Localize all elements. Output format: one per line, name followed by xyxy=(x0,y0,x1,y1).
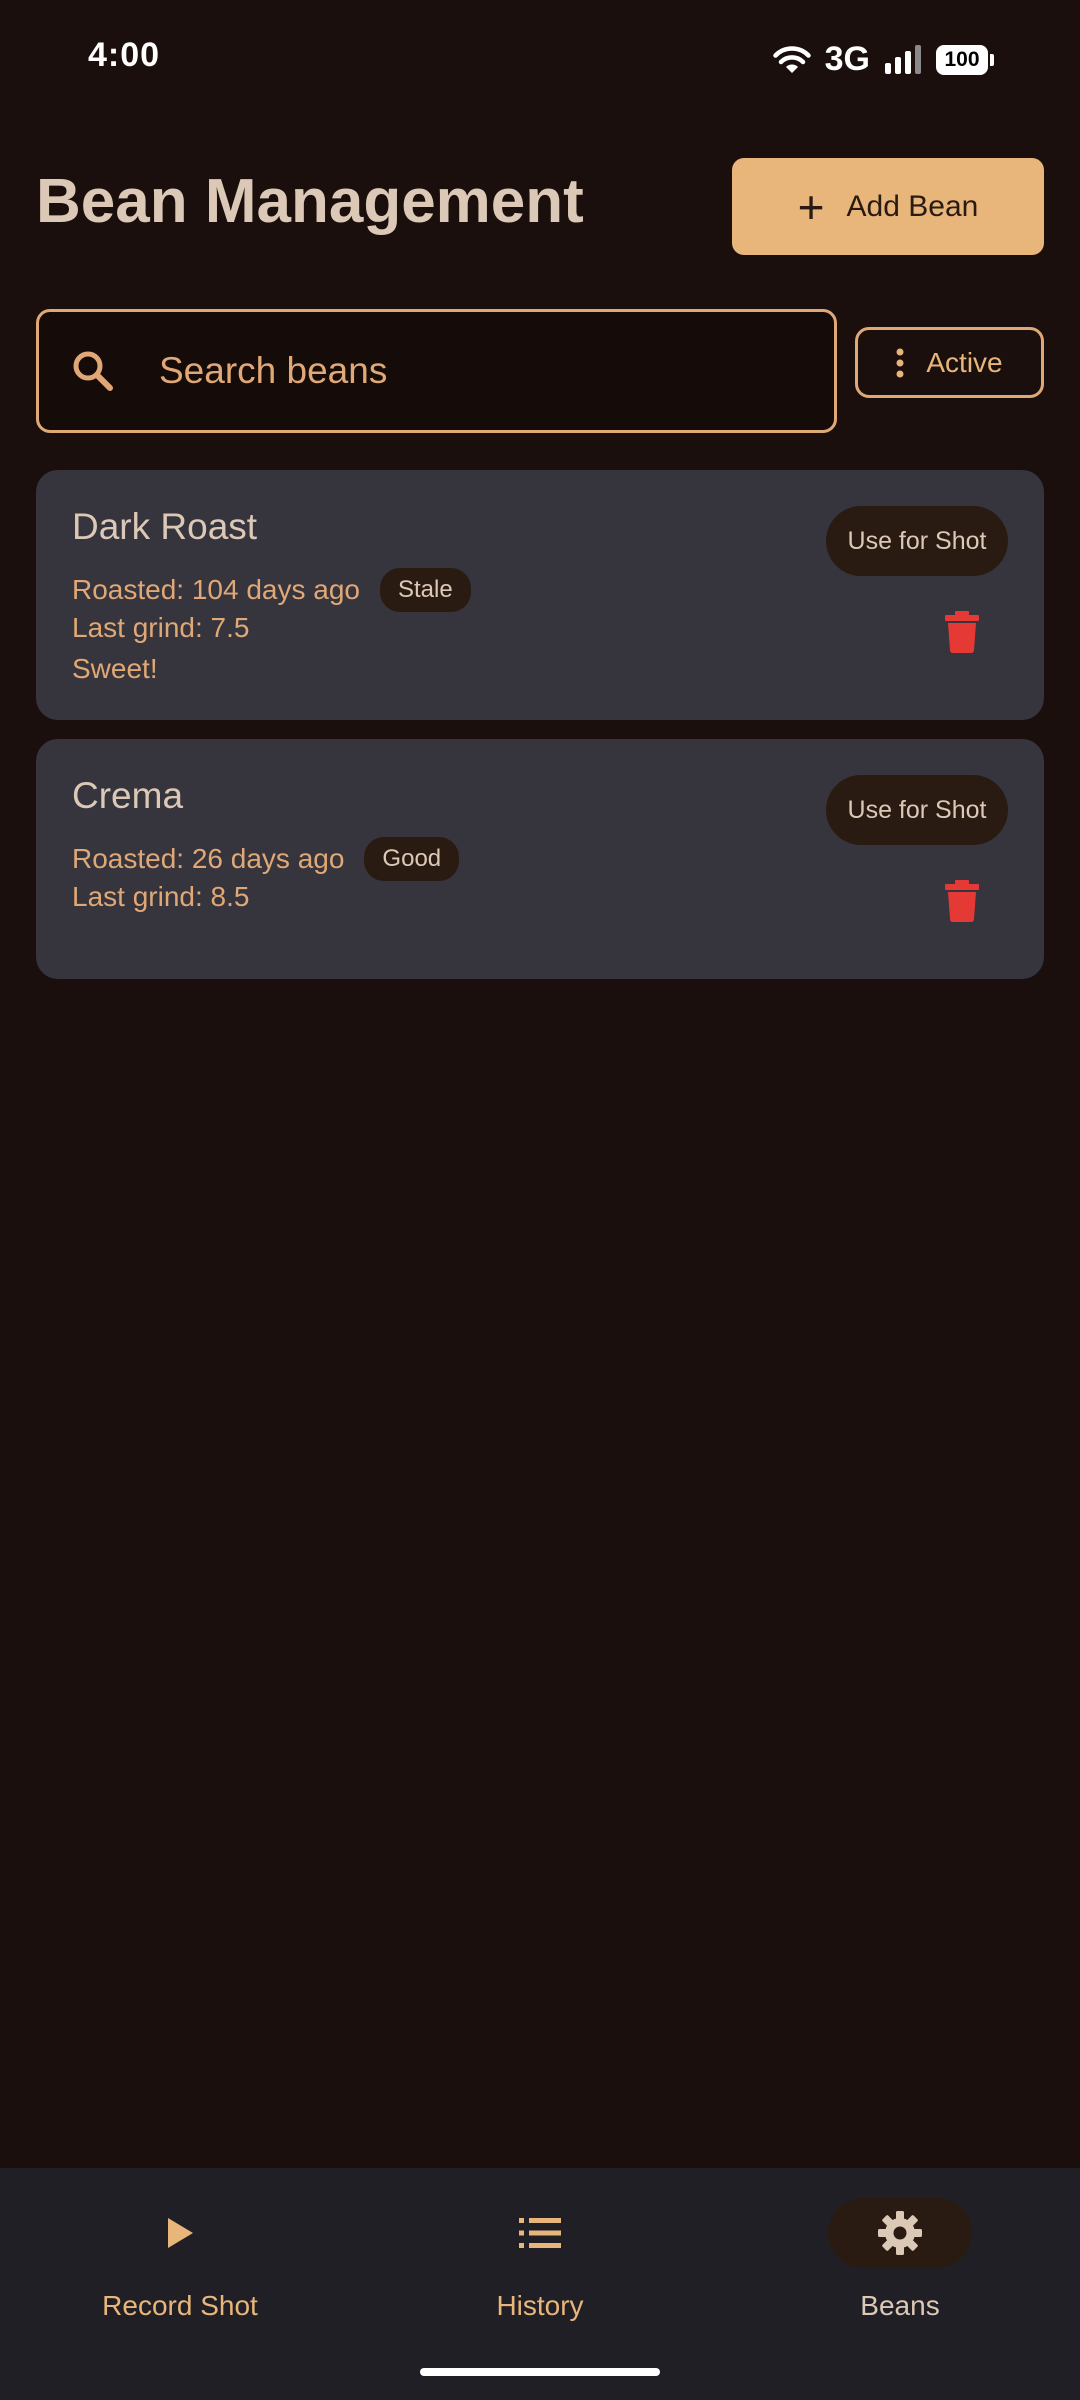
bottom-nav: Record Shot History Beans xyxy=(0,2168,1080,2400)
last-grind-text: Last grind: 8.5 xyxy=(72,881,250,912)
freshness-badge: Good xyxy=(364,837,460,881)
bean-name: Dark Roast xyxy=(72,506,258,547)
add-bean-button[interactable]: + Add Bean xyxy=(732,158,1044,255)
trash-icon xyxy=(945,880,979,922)
filter-button[interactable]: Active xyxy=(855,327,1044,398)
nav-label: History xyxy=(496,2290,584,2321)
freshness-badge: Stale xyxy=(379,568,471,612)
add-bean-label: Add Bean xyxy=(846,189,979,223)
battery-icon: 100 xyxy=(936,44,994,75)
last-grind-text: Last grind: 7.5 xyxy=(72,612,250,643)
bean-roasted-row: Roasted: 26 days ago Good xyxy=(72,837,460,881)
more-vert-icon xyxy=(896,348,904,377)
nav-item-history[interactable]: History xyxy=(360,2168,720,2400)
search-icon xyxy=(73,351,113,391)
bean-name: Crema xyxy=(72,775,184,816)
search-input[interactable] xyxy=(157,349,761,393)
plus-icon: + xyxy=(797,180,825,233)
filter-label: Active xyxy=(926,346,1003,378)
trash-icon xyxy=(945,611,979,653)
nav-label: Record Shot xyxy=(102,2290,258,2321)
nav-item-beans[interactable]: Beans xyxy=(720,2168,1080,2400)
bean-notes: Sweet! xyxy=(72,653,158,684)
play-icon xyxy=(168,2218,193,2248)
delete-button[interactable] xyxy=(940,606,984,658)
nav-item-record-shot[interactable]: Record Shot xyxy=(0,2168,360,2400)
battery-level: 100 xyxy=(936,44,988,75)
page-title: Bean Management xyxy=(36,167,584,236)
bean-card: Dark Roast Roasted: 104 days ago Stale L… xyxy=(36,470,1044,720)
delete-button[interactable] xyxy=(940,875,984,927)
network-type: 3G xyxy=(824,40,870,78)
bean-card: Crema Roasted: 26 days ago Good Last gri… xyxy=(36,739,1044,979)
home-indicator[interactable] xyxy=(420,2368,660,2376)
list-icon xyxy=(519,2218,561,2248)
status-icons: 3G 100 xyxy=(772,40,994,79)
status-time: 4:00 xyxy=(88,36,161,74)
search-box[interactable] xyxy=(36,309,837,433)
status-bar: 4:00 3G 100 xyxy=(0,0,1080,120)
use-for-shot-button[interactable]: Use for Shot xyxy=(826,506,1008,576)
gear-icon xyxy=(878,2211,922,2255)
wifi-icon xyxy=(772,45,811,73)
bean-list: Dark Roast Roasted: 104 days ago Stale L… xyxy=(36,470,1044,998)
signal-icon xyxy=(885,44,921,74)
nav-label: Beans xyxy=(860,2290,940,2321)
bean-roasted-row: Roasted: 104 days ago Stale xyxy=(72,568,471,612)
roasted-text: Roasted: 104 days ago xyxy=(72,574,360,605)
roasted-text: Roasted: 26 days ago xyxy=(72,843,345,874)
use-for-shot-button[interactable]: Use for Shot xyxy=(826,775,1008,845)
